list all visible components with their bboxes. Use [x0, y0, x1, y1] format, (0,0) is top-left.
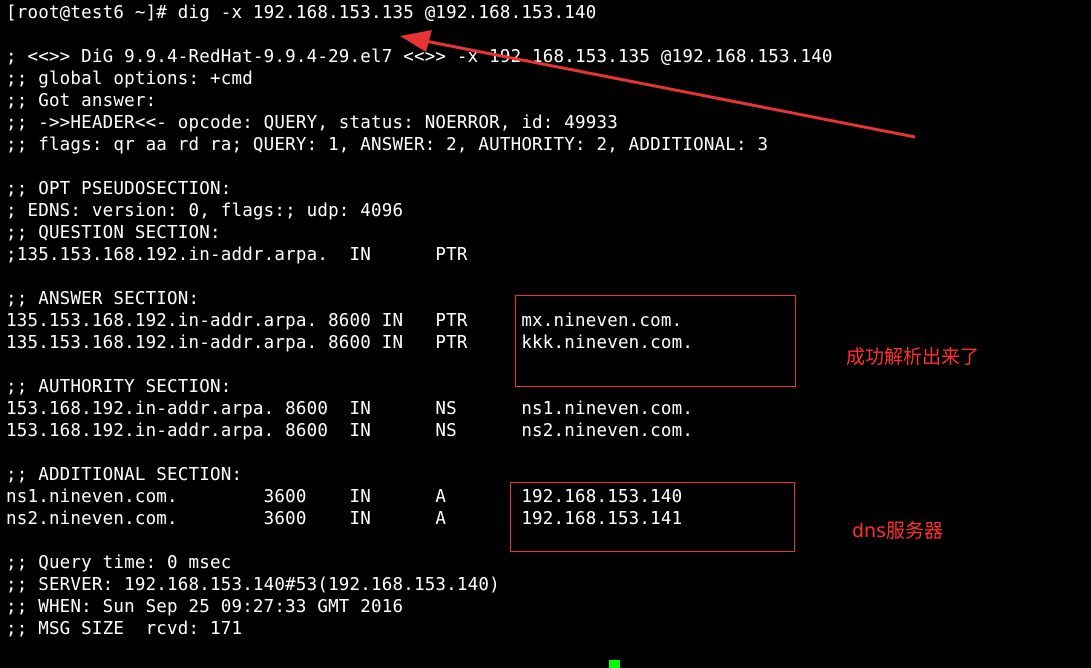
- additional-highlight-box: [510, 482, 795, 552]
- got-answer-line: ;; Got answer:: [6, 91, 157, 111]
- header-line: ;; ->>HEADER<<- opcode: QUERY, status: N…: [6, 113, 618, 133]
- question-section-heading: ;; QUESTION SECTION:: [6, 223, 221, 243]
- authority-record: 153.168.192.in-addr.arpa. 8600 IN NS ns2…: [6, 421, 694, 441]
- edns-line: ; EDNS: version: 0, flags:; udp: 4096: [6, 201, 404, 221]
- when-line: ;; WHEN: Sun Sep 25 09:27:33 GMT 2016: [6, 597, 404, 617]
- additional-section-heading: ;; ADDITIONAL SECTION:: [6, 465, 243, 485]
- query-time-line: ;; Query time: 0 msec: [6, 553, 232, 573]
- global-options-line: ;; global options: +cmd: [6, 69, 253, 89]
- answer-highlight-box: [515, 295, 796, 387]
- prompt-command-line: [root@test6 ~]# dig -x 192.168.153.135 @…: [6, 3, 597, 23]
- flags-line: ;; flags: qr aa rd ra; QUERY: 1, ANSWER:…: [6, 135, 769, 155]
- question-record: ;135.153.168.192.in-addr.arpa. IN PTR: [6, 245, 468, 265]
- msg-size-line: ;; MSG SIZE rcvd: 171: [6, 619, 243, 639]
- answer-annotation: 成功解析出来了: [846, 346, 980, 368]
- dig-version-line: ; <<>> DiG 9.9.4-RedHat-9.9.4-29.el7 <<>…: [6, 47, 833, 67]
- authority-record: 153.168.192.in-addr.arpa. 8600 IN NS ns1…: [6, 399, 694, 419]
- opt-section-heading: ;; OPT PSEUDOSECTION:: [6, 179, 232, 199]
- answer-section-heading: ;; ANSWER SECTION:: [6, 289, 200, 309]
- additional-annotation: dns服务器: [852, 520, 944, 542]
- server-line: ;; SERVER: 192.168.153.140#53(192.168.15…: [6, 575, 500, 595]
- authority-section-heading: ;; AUTHORITY SECTION:: [6, 377, 232, 397]
- terminal-cursor: [609, 660, 620, 668]
